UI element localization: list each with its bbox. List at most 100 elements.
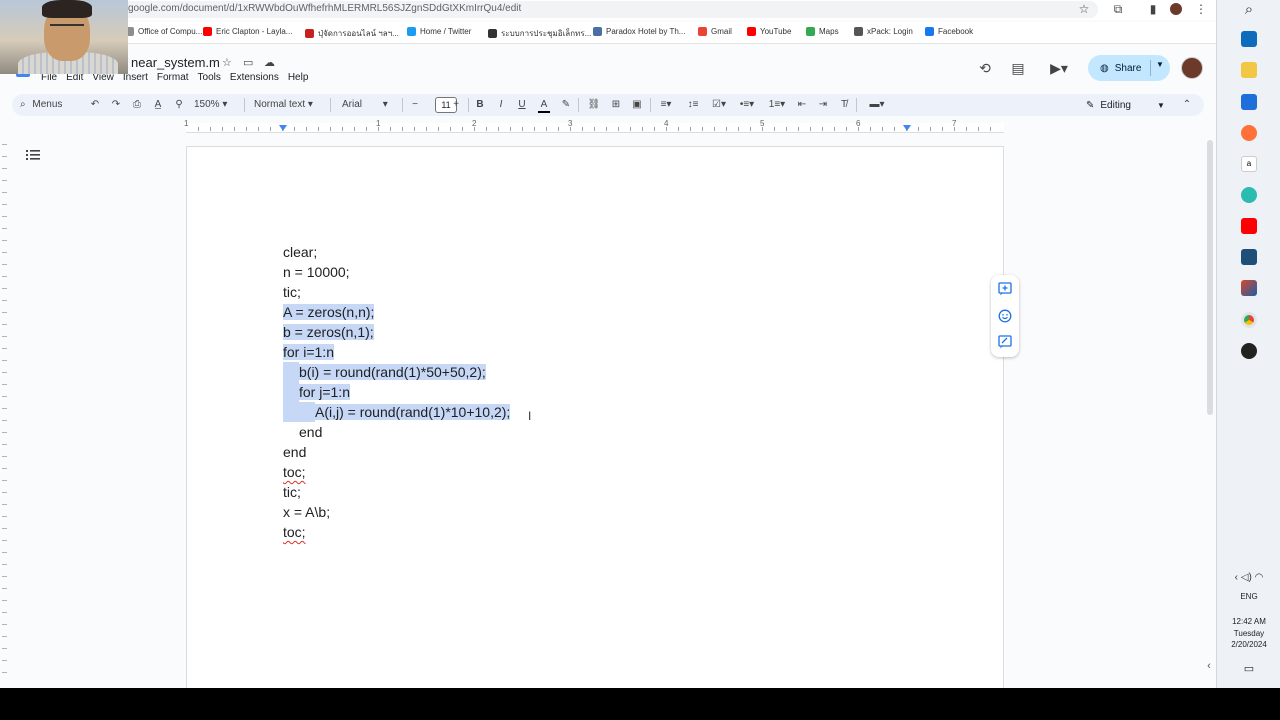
version-history-icon[interactable]: ⟲ bbox=[975, 59, 995, 77]
highlight-icon[interactable]: ✎ bbox=[560, 97, 572, 113]
store-app-icon[interactable] bbox=[1241, 94, 1257, 110]
obs-icon[interactable] bbox=[1241, 343, 1257, 359]
edge-icon[interactable] bbox=[1241, 187, 1257, 203]
more-options-icon[interactable]: ▬▾ bbox=[864, 97, 890, 113]
code-line[interactable]: tic; bbox=[283, 282, 301, 302]
meet-icon[interactable]: ▶▾ bbox=[1044, 59, 1074, 77]
more-menu-icon[interactable]: ⋮ bbox=[1194, 2, 1208, 16]
editing-mode-select[interactable]: ✎ Editing ▼ bbox=[1076, 97, 1168, 113]
spellcheck-icon[interactable]: A̲ bbox=[151, 97, 165, 113]
bookmark-item[interactable]: ปุ่จัดการออนไลน์ ฯลฯ... bbox=[305, 27, 399, 40]
code-line[interactable]: end bbox=[283, 442, 306, 462]
system-tray-icons[interactable]: ‹ ◁) ◠ bbox=[1217, 572, 1280, 583]
chevron-left-icon[interactable]: ‹ bbox=[1201, 660, 1216, 676]
youtube-icon[interactable] bbox=[1241, 218, 1257, 234]
bookmark-item[interactable]: Office of Compu... bbox=[125, 27, 202, 36]
matlab-icon[interactable] bbox=[1241, 280, 1257, 296]
bookmark-item[interactable]: Home / Twitter bbox=[407, 27, 471, 36]
document-title[interactable]: near_system.m bbox=[131, 55, 220, 70]
visual-studio-code-icon[interactable] bbox=[1241, 249, 1257, 265]
text-color-icon[interactable]: A bbox=[538, 97, 550, 113]
underline-icon[interactable]: U bbox=[516, 97, 528, 113]
indent-marker-icon[interactable] bbox=[903, 125, 911, 131]
search-icon[interactable]: ⌕ bbox=[1241, 2, 1257, 18]
bookmark-item[interactable]: Maps bbox=[806, 27, 839, 36]
checklist-icon[interactable]: ☑▾ bbox=[708, 97, 730, 113]
code-line[interactable]: for j=1:n bbox=[299, 382, 350, 402]
code-line[interactable]: toc; bbox=[283, 522, 306, 542]
code-line[interactable]: n = 10000; bbox=[283, 262, 350, 282]
paint-format-icon[interactable]: ⚲ bbox=[172, 97, 186, 113]
firefox-icon[interactable] bbox=[1241, 125, 1257, 141]
bookmark-item[interactable]: ระบบการประชุมอิเล็กทร... bbox=[488, 27, 591, 40]
undo-icon[interactable]: ↶ bbox=[88, 97, 102, 113]
document-outline-icon[interactable] bbox=[26, 149, 40, 161]
vertical-scrollbar[interactable] bbox=[1207, 140, 1213, 415]
menu-format[interactable]: Format bbox=[157, 72, 193, 83]
collapse-toolbar-icon[interactable]: ⌃ bbox=[1180, 97, 1194, 113]
language-indicator[interactable]: ENG bbox=[1217, 592, 1280, 601]
code-line[interactable]: b = zeros(n,1); bbox=[283, 322, 374, 342]
comments-icon[interactable]: ▤ bbox=[1008, 59, 1028, 77]
amazon-app-icon[interactable]: a bbox=[1241, 156, 1257, 172]
bookmark-star-icon[interactable]: ☆ bbox=[1077, 2, 1091, 16]
zoom-select[interactable]: 150% ▾ bbox=[194, 97, 238, 113]
insert-image-icon[interactable]: ▣ bbox=[630, 97, 644, 113]
bulleted-list-icon[interactable]: •≡▾ bbox=[736, 97, 758, 113]
menu-tools[interactable]: Tools bbox=[198, 72, 225, 83]
code-line[interactable]: end bbox=[299, 422, 322, 442]
code-line[interactable]: clear; bbox=[283, 242, 317, 262]
file-explorer-icon[interactable] bbox=[1241, 62, 1257, 78]
star-icon[interactable]: ☆ bbox=[222, 56, 232, 69]
suggest-edits-icon[interactable] bbox=[998, 335, 1012, 349]
share-button[interactable]: ◍ Share ▼ bbox=[1088, 55, 1170, 81]
clear-formatting-icon[interactable]: T̸ bbox=[837, 97, 851, 113]
increase-indent-icon[interactable]: ⇥ bbox=[816, 97, 830, 113]
numbered-list-icon[interactable]: 1≡▾ bbox=[766, 97, 788, 113]
bold-icon[interactable]: B bbox=[474, 97, 486, 113]
code-line[interactable]: tic; bbox=[283, 482, 301, 502]
increase-font-size-icon[interactable]: + bbox=[450, 97, 462, 113]
extensions-icon[interactable]: ⧉ bbox=[1111, 2, 1125, 16]
bookmark-item[interactable]: YouTube bbox=[747, 27, 791, 36]
bookmark-item[interactable]: Gmail bbox=[698, 27, 732, 36]
link-icon[interactable]: ⛓ bbox=[587, 97, 601, 113]
move-folder-icon[interactable]: ▭ bbox=[243, 56, 253, 69]
cloud-status-icon[interactable]: ☁ bbox=[264, 56, 275, 69]
bookmark-item[interactable]: Eric Clapton - Layla... bbox=[203, 27, 292, 36]
code-line[interactable]: x = A\b; bbox=[283, 502, 330, 522]
line-spacing-icon[interactable]: ↕≡ bbox=[684, 97, 702, 113]
indent-marker-icon[interactable] bbox=[279, 125, 287, 131]
code-line[interactable]: for i=1:n bbox=[283, 342, 334, 362]
decrease-indent-icon[interactable]: ⇤ bbox=[795, 97, 809, 113]
bookmark-item[interactable]: xPack: Login bbox=[854, 27, 913, 36]
style-select[interactable]: Normal text ▾ bbox=[254, 97, 324, 113]
italic-icon[interactable]: I bbox=[495, 97, 507, 113]
menu-extensions[interactable]: Extensions bbox=[230, 72, 283, 83]
menu-help[interactable]: Help bbox=[288, 72, 313, 83]
chrome-icon[interactable] bbox=[1241, 312, 1257, 328]
account-avatar[interactable] bbox=[1181, 57, 1203, 79]
code-line[interactable]: A = zeros(n,n); bbox=[283, 302, 375, 322]
code-line[interactable]: b(i) = round(rand(1)*50+50,2); bbox=[299, 362, 486, 382]
search-menus-button[interactable]: ⌕ Menus bbox=[20, 97, 80, 113]
emoji-reaction-icon[interactable] bbox=[998, 309, 1012, 323]
clock-time[interactable]: 12:42 AM bbox=[1217, 617, 1280, 626]
code-line[interactable]: A(i,j) = round(rand(1)*10+10,2); bbox=[315, 402, 511, 422]
align-icon[interactable]: ≡▾ bbox=[656, 97, 676, 113]
mail-app-icon[interactable] bbox=[1241, 31, 1257, 47]
add-comment-icon[interactable] bbox=[998, 282, 1012, 296]
font-select[interactable]: Arial ▾ bbox=[342, 97, 396, 113]
bookmark-item[interactable]: Paradox Hotel by Th... bbox=[593, 27, 685, 36]
bookmark-item[interactable]: Facebook bbox=[925, 27, 973, 36]
print-icon[interactable]: ⎙ bbox=[130, 97, 144, 113]
side-panel-icon[interactable]: ▮ bbox=[1146, 2, 1160, 16]
url-text[interactable]: google.com/document/d/1xRWWbdOuWfhefrhML… bbox=[128, 3, 521, 14]
add-comment-icon[interactable]: ⊞ bbox=[609, 97, 623, 113]
notifications-icon[interactable]: ▭ bbox=[1217, 662, 1280, 675]
profile-avatar-icon[interactable] bbox=[1170, 3, 1182, 15]
decrease-font-size-icon[interactable]: − bbox=[409, 97, 421, 113]
code-line[interactable]: toc; bbox=[283, 462, 306, 482]
chevron-down-icon[interactable]: ▼ bbox=[1156, 60, 1164, 69]
redo-icon[interactable]: ↷ bbox=[109, 97, 123, 113]
